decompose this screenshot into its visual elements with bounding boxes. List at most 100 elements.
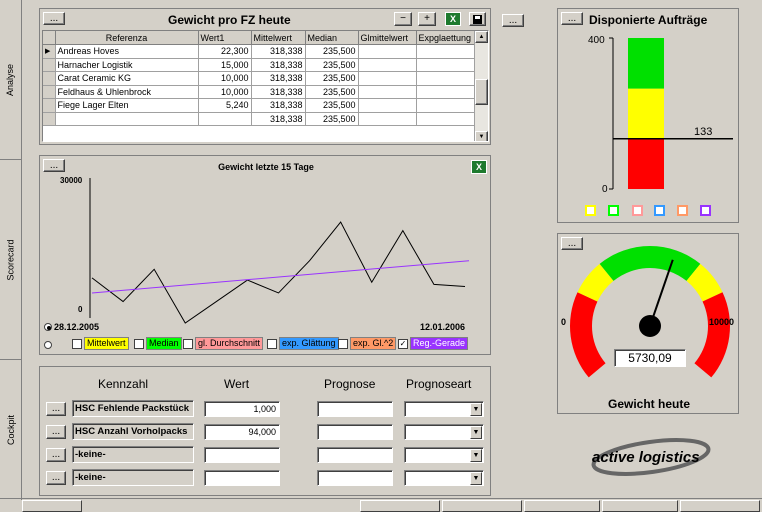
table-cell[interactable]: Carat Ceramic KG — [55, 71, 199, 86]
row-selector[interactable]: ▶ — [43, 44, 56, 59]
sidebar-tab-cockpit[interactable]: Cockpit — [0, 360, 22, 500]
table-cell[interactable] — [358, 85, 417, 99]
kpi-forecast-field[interactable] — [317, 401, 393, 417]
legend-checkbox[interactable] — [134, 338, 144, 349]
table-row[interactable]: Feldhaus & Uhlenbrock 10,000 318,338 235… — [43, 85, 476, 99]
table-cell[interactable] — [416, 58, 476, 72]
forecast-type-select[interactable]: ▼ — [404, 424, 484, 440]
table-cell[interactable]: 235,500 — [305, 85, 359, 99]
row-selector[interactable] — [43, 58, 56, 72]
table-row[interactable]: Carat Ceramic KG 10,000 318,338 235,500 — [43, 71, 476, 86]
panel-options-button[interactable]: ... — [502, 14, 524, 27]
toolbar-button[interactable] — [602, 500, 678, 512]
table-cell[interactable]: 15,000 — [198, 58, 252, 72]
kpi-value-field[interactable] — [204, 447, 280, 463]
table-cell[interactable]: 235,500 — [305, 98, 359, 113]
toolbar-button[interactable] — [680, 500, 760, 512]
row-selector[interactable] — [43, 112, 56, 126]
kpi-forecast-field[interactable] — [317, 470, 393, 486]
toolbar-button[interactable] — [22, 500, 82, 512]
table-row[interactable]: ▶ Andreas Hoves 22,300 318,338 235,500 — [43, 44, 476, 59]
table-cell[interactable]: Fiege Lager Elten — [55, 98, 199, 113]
color-square-green[interactable] — [608, 205, 619, 216]
table-cell[interactable]: Andreas Hoves — [55, 44, 199, 59]
kpi-select-button[interactable]: ... — [46, 402, 66, 416]
chevron-down-icon[interactable]: ▼ — [470, 472, 482, 485]
table-cell[interactable] — [416, 112, 476, 126]
chevron-down-icon[interactable]: ▼ — [470, 403, 482, 416]
table-cell[interactable]: 318,338 — [251, 44, 306, 59]
legend-checkbox[interactable] — [183, 338, 193, 349]
chevron-down-icon[interactable]: ▼ — [470, 426, 482, 439]
column-header[interactable]: Mittelwert — [251, 31, 306, 45]
kpi-select-button[interactable]: ... — [46, 425, 66, 439]
table-cell[interactable] — [55, 112, 199, 126]
color-square-purple[interactable] — [700, 205, 711, 216]
color-square-orange[interactable] — [677, 205, 688, 216]
table-cell[interactable]: 10,000 — [198, 85, 252, 99]
color-square-yellow[interactable] — [585, 205, 596, 216]
toolbar-button[interactable] — [442, 500, 522, 512]
table-cell[interactable]: 235,500 — [305, 58, 359, 72]
expand-button[interactable]: + — [418, 12, 436, 26]
legend-checkbox[interactable] — [338, 338, 348, 349]
legend-checkbox[interactable]: ✓ — [398, 338, 408, 349]
table-row[interactable]: Fiege Lager Elten 5,240 318,338 235,500 — [43, 98, 476, 113]
table-cell[interactable] — [198, 112, 252, 126]
kpi-select-button[interactable]: ... — [46, 471, 66, 485]
legend-checkbox[interactable] — [72, 338, 82, 349]
table-cell[interactable]: Harnacher Logistik — [55, 58, 199, 72]
weight-table-menu-button[interactable]: ... — [43, 12, 65, 25]
column-header[interactable]: Glmittelwert — [358, 31, 417, 45]
table-cell[interactable]: 10,000 — [198, 71, 252, 86]
table-cell[interactable] — [416, 71, 476, 86]
table-cell[interactable]: 5,240 — [198, 98, 252, 113]
kpi-select-button[interactable]: ... — [46, 448, 66, 462]
forecast-type-select[interactable]: ▼ — [404, 401, 484, 417]
row-selector[interactable] — [43, 71, 56, 86]
radio-end[interactable] — [44, 341, 52, 349]
kpi-value-field[interactable]: 94,000 — [204, 424, 280, 440]
table-cell[interactable] — [416, 85, 476, 99]
table-cell[interactable] — [358, 58, 417, 72]
color-square-blue[interactable] — [654, 205, 665, 216]
table-cell[interactable]: Feldhaus & Uhlenbrock — [55, 85, 199, 99]
radio-start[interactable] — [44, 323, 52, 331]
collapse-button[interactable]: − — [394, 12, 412, 26]
column-header[interactable]: Expglaettung — [416, 31, 476, 45]
excel-export-icon[interactable]: X — [445, 12, 461, 26]
table-cell[interactable]: 235,500 — [305, 44, 359, 59]
color-square-pink[interactable] — [632, 205, 643, 216]
sidebar-tab-scorecard[interactable]: Scorecard — [0, 160, 22, 360]
kpi-value-field[interactable] — [204, 470, 280, 486]
kpi-forecast-field[interactable] — [317, 447, 393, 463]
table-cell[interactable]: 235,500 — [305, 112, 359, 126]
legend-checkbox[interactable] — [267, 338, 277, 349]
table-cell[interactable] — [358, 44, 417, 59]
toolbar-button[interactable] — [524, 500, 600, 512]
table-cell[interactable]: 318,338 — [251, 58, 306, 72]
scroll-thumb[interactable] — [475, 79, 488, 105]
table-row[interactable]: Harnacher Logistik 15,000 318,338 235,50… — [43, 58, 476, 72]
sidebar-tab-analyse[interactable]: Analyse — [0, 0, 22, 160]
table-cell[interactable] — [416, 98, 476, 113]
table-cell[interactable]: 318,338 — [251, 112, 306, 126]
grid-scrollbar[interactable]: ▲ ▼ — [474, 31, 488, 141]
table-cell[interactable] — [358, 112, 417, 126]
scroll-up-arrow[interactable]: ▲ — [475, 31, 488, 43]
table-cell[interactable] — [416, 44, 476, 59]
legend-exp-glaettung[interactable]: exp. Glättung — [267, 337, 339, 350]
legend-mittelwert[interactable]: Mittelwert — [72, 337, 129, 350]
row-selector[interactable] — [43, 85, 56, 99]
legend-median[interactable]: Median — [134, 337, 182, 350]
column-header[interactable]: Referenza — [55, 31, 199, 45]
toolbar-button[interactable] — [360, 500, 440, 512]
table-cell[interactable]: 318,338 — [251, 98, 306, 113]
table-row[interactable]: 318,338 235,500 — [43, 112, 476, 126]
forecast-type-select[interactable]: ▼ — [404, 447, 484, 463]
table-cell[interactable]: 235,500 — [305, 71, 359, 86]
table-cell[interactable] — [358, 71, 417, 86]
table-cell[interactable] — [358, 98, 417, 113]
table-cell[interactable]: 22,300 — [198, 44, 252, 59]
forecast-type-select[interactable]: ▼ — [404, 470, 484, 486]
